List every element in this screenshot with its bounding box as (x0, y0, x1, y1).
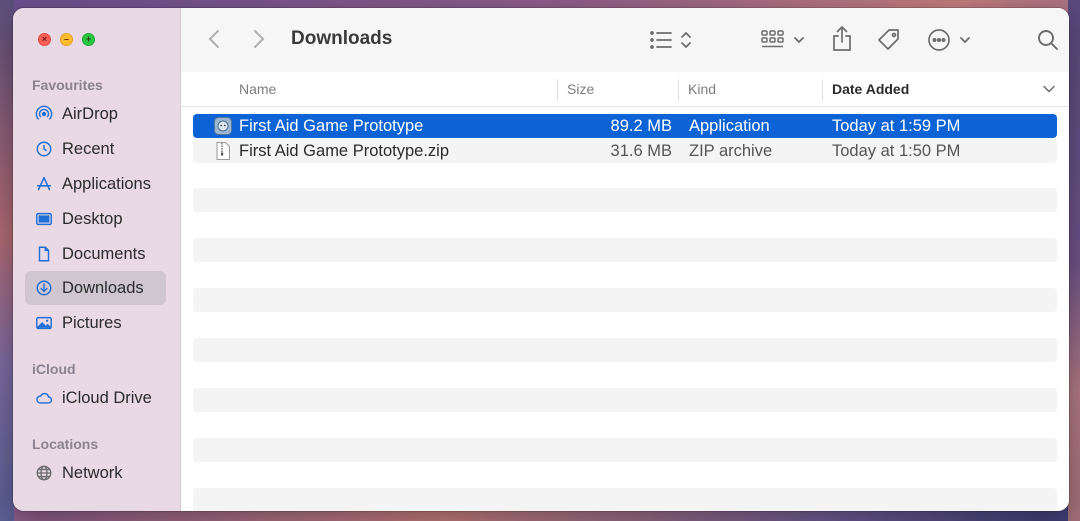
search-button[interactable] (1035, 27, 1061, 53)
group-by-button[interactable] (761, 27, 809, 53)
close-button[interactable]: × (38, 33, 51, 46)
column-header-size[interactable]: Size (567, 72, 594, 106)
applications-icon (34, 174, 54, 194)
empty-row (193, 438, 1057, 462)
empty-row (193, 488, 1057, 511)
sort-toggle[interactable] (1043, 83, 1055, 95)
sidebar-item-label: AirDrop (62, 104, 118, 123)
empty-row (193, 338, 1057, 362)
grid-view-icon (761, 30, 804, 48)
chevron-down-icon (1043, 85, 1055, 93)
file-row[interactable]: First Aid Game Prototype 89.2 MB Applica… (193, 114, 1057, 138)
share-button[interactable] (829, 24, 855, 54)
document-icon (34, 244, 54, 264)
more-actions-button[interactable] (927, 27, 975, 53)
sidebar-item-icloud-drive[interactable]: iCloud Drive (25, 381, 166, 415)
zip-file-icon (216, 142, 230, 160)
pictures-icon (34, 313, 54, 333)
zoom-button[interactable]: + (82, 33, 95, 46)
sidebar-item-network[interactable]: Network (25, 456, 166, 490)
file-kind: Application (689, 117, 770, 135)
file-size: 31.6 MB (610, 142, 672, 160)
clock-icon (34, 139, 54, 159)
search-icon (1038, 30, 1058, 50)
sidebar: × – + Favourites AirDrop Recent Applicat… (13, 8, 181, 511)
sidebar-section-favourites: Favourites (32, 77, 103, 93)
ellipsis-icon (928, 29, 970, 51)
tag-icon (878, 29, 899, 50)
column-divider[interactable] (822, 79, 823, 101)
column-header-date-added[interactable]: Date Added (832, 72, 909, 106)
column-header-kind[interactable]: Kind (688, 72, 716, 106)
sidebar-item-label: Recent (62, 139, 115, 158)
sidebar-section-locations: Locations (32, 436, 99, 452)
list-view-icon (650, 31, 691, 49)
sidebar-item-documents[interactable]: Documents (25, 237, 166, 271)
sidebar-item-pictures[interactable]: Pictures (25, 306, 166, 340)
cloud-icon (34, 388, 54, 408)
sidebar-item-label: iCloud Drive (62, 388, 152, 407)
forward-button[interactable] (248, 28, 270, 50)
zoom-icon: + (85, 34, 92, 44)
file-kind: ZIP archive (689, 142, 773, 160)
sidebar-item-label: Desktop (62, 209, 123, 228)
sidebar-section-icloud: iCloud (32, 361, 76, 377)
window-title: Downloads (291, 28, 393, 49)
desktop-wallpaper-left (0, 0, 14, 521)
toolbar: Downloads (181, 8, 1069, 73)
close-icon: × (41, 34, 48, 44)
file-name: First Aid Game Prototype.zip (239, 142, 449, 160)
empty-row (193, 238, 1057, 262)
list-view-button[interactable] (649, 27, 695, 53)
download-icon (34, 278, 54, 298)
desktop-icon (34, 209, 54, 229)
file-date-added: Today at 1:59 PM (832, 117, 961, 135)
back-button[interactable] (203, 28, 225, 50)
empty-row (193, 288, 1057, 312)
tags-button[interactable] (875, 26, 903, 54)
sidebar-item-downloads[interactable]: Downloads (25, 271, 166, 305)
main-pane: Downloads Name Size Kind Date Added Firs… (181, 8, 1069, 511)
sidebar-item-label: Pictures (62, 313, 122, 332)
column-divider[interactable] (557, 79, 558, 101)
column-divider[interactable] (678, 79, 679, 101)
app-icon (214, 117, 232, 135)
sidebar-item-airdrop[interactable]: AirDrop (25, 97, 166, 131)
file-size: 89.2 MB (610, 117, 672, 135)
sidebar-item-label: Applications (62, 174, 151, 193)
column-headers: Name Size Kind Date Added (181, 72, 1069, 107)
finder-window: × – + Favourites AirDrop Recent Applicat… (13, 8, 1069, 511)
column-header-name[interactable]: Name (239, 72, 276, 106)
chevron-left-icon (208, 30, 219, 48)
file-row[interactable]: First Aid Game Prototype.zip 31.6 MB ZIP… (193, 139, 1057, 163)
desktop-wallpaper-right (1068, 0, 1080, 521)
globe-icon (34, 463, 54, 483)
minimize-icon: – (63, 34, 69, 44)
sidebar-item-label: Downloads (62, 278, 144, 297)
sidebar-item-applications[interactable]: Applications (25, 167, 166, 201)
empty-row (193, 388, 1057, 412)
file-date-added: Today at 1:50 PM (832, 142, 961, 160)
empty-row (193, 188, 1057, 212)
sidebar-item-label: Documents (62, 244, 146, 263)
minimize-button[interactable]: – (60, 33, 73, 46)
chevron-right-icon (254, 30, 265, 48)
share-icon (833, 25, 851, 51)
sidebar-item-desktop[interactable]: Desktop (25, 202, 166, 236)
sidebar-item-label: Network (62, 463, 123, 482)
file-name: First Aid Game Prototype (239, 117, 424, 135)
window-controls: × – + (38, 33, 95, 46)
sidebar-item-recent[interactable]: Recent (25, 132, 166, 166)
airdrop-icon (34, 104, 54, 124)
